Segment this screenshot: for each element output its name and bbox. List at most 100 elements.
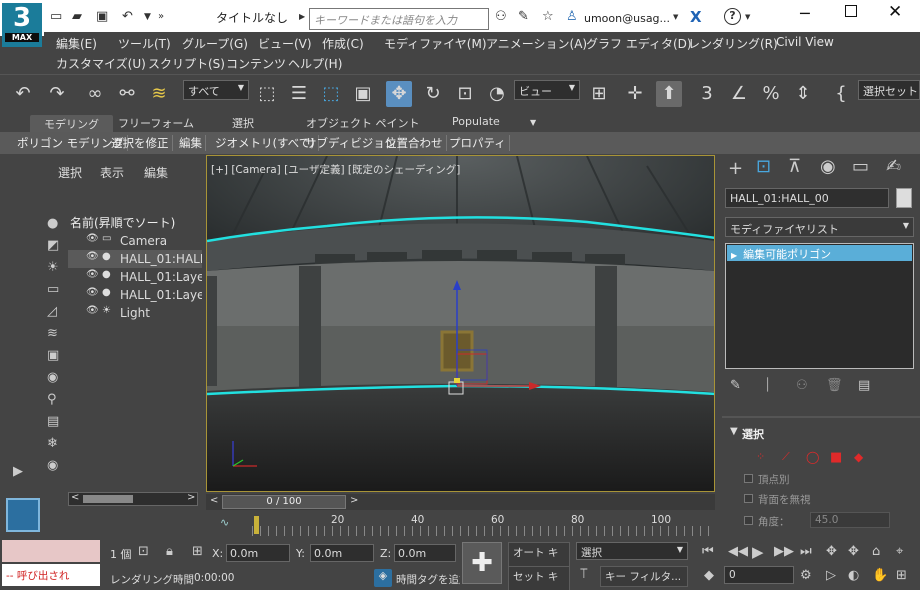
- key-filters-button[interactable]: キー フィルタ...: [600, 566, 688, 587]
- visibility-eye-icon[interactable]: 👁︎: [86, 251, 99, 262]
- create-tab-icon[interactable]: +: [728, 158, 743, 179]
- stack-item-editable-poly[interactable]: ▶ 編集可能ポリゴン: [727, 245, 912, 261]
- visibility-eye-icon[interactable]: 👁︎: [86, 233, 99, 244]
- rectangular-selection-icon[interactable]: ⬚: [318, 81, 344, 107]
- display-containers-icon[interactable]: ▤: [47, 414, 59, 429]
- time-config-icon[interactable]: ⚙: [800, 568, 812, 583]
- display-bones-icon[interactable]: ⚲: [47, 392, 57, 407]
- ribbon-options-icon[interactable]: ▼: [530, 118, 536, 127]
- orbit-icon[interactable]: ◐: [848, 568, 859, 583]
- window-crossing-icon[interactable]: ▣: [350, 81, 376, 107]
- binoculars-icon[interactable]: ⚇: [495, 9, 507, 24]
- polygon-mode-icon[interactable]: ■: [830, 450, 842, 465]
- ribbon-tab[interactable]: オブジェクト ペイント: [306, 115, 420, 131]
- utilities-tab-icon[interactable]: ✍: [886, 156, 901, 177]
- angle-spinner[interactable]: 45.0: [810, 512, 890, 528]
- vertex-mode-icon[interactable]: ⁘: [756, 450, 765, 463]
- keyboard-shortcut-override-icon[interactable]: ⬆: [656, 81, 682, 107]
- select-move-icon[interactable]: ✥: [386, 81, 412, 107]
- object-name-field[interactable]: HALL_01:HALL_00: [725, 188, 889, 208]
- menu-item[interactable]: コンテンツ: [226, 55, 286, 72]
- scene-list-item[interactable]: 👁︎ ● HALL_01:Laye: [68, 268, 202, 286]
- unlink-icon[interactable]: ⚯: [114, 81, 140, 107]
- remove-modifier-icon[interactable]: 🗑: [826, 378, 843, 393]
- visibility-eye-icon[interactable]: 👁︎: [86, 305, 99, 316]
- search-expand-icon[interactable]: ▶: [299, 12, 305, 21]
- z-coordinate-field[interactable]: 0.0m: [394, 544, 456, 562]
- scroll-thumb[interactable]: [83, 495, 133, 503]
- key-mode-icon[interactable]: ⟙: [580, 567, 588, 582]
- curve-editor-icon[interactable]: ∿: [220, 516, 229, 529]
- ribbon-tab[interactable]: モデリング: [30, 115, 113, 133]
- modifier-list-dropdown[interactable]: モディファイヤリスト ▼: [725, 217, 914, 237]
- modify-tab-icon[interactable]: ⊡: [756, 156, 771, 177]
- communication-icon[interactable]: ✎: [518, 9, 529, 24]
- next-frame-icon[interactable]: >: [350, 495, 358, 506]
- angle-snap-icon[interactable]: ∠: [726, 81, 752, 107]
- zoom-extents-icon[interactable]: ⌂: [872, 544, 880, 559]
- scroll-left-icon[interactable]: <: [71, 492, 79, 503]
- select-scale-icon[interactable]: ⊡: [452, 81, 478, 107]
- viewport-label[interactable]: [+] [Camera] [ユーザ定義] [既定のシェーディング]: [211, 162, 460, 177]
- redo-icon[interactable]: ↷: [44, 81, 70, 107]
- element-mode-icon[interactable]: ◆: [854, 450, 863, 464]
- menu-item[interactable]: グループ(G): [182, 35, 248, 52]
- menu-item[interactable]: レンダリング(R): [688, 35, 778, 52]
- menu-item[interactable]: 編集(E): [56, 35, 97, 52]
- scene-list-item[interactable]: 👁︎ ▭ Camera: [68, 232, 202, 250]
- ribbon-tab[interactable]: フリーフォーム: [118, 115, 194, 131]
- display-cameras-icon[interactable]: ▭: [47, 282, 59, 297]
- named-selection-set-input[interactable]: 選択セット: [858, 80, 920, 100]
- menu-item[interactable]: 作成(C): [322, 35, 364, 52]
- maximize-icon[interactable]: [845, 5, 857, 17]
- angle-checkbox[interactable]: [744, 516, 753, 525]
- scene-list-item[interactable]: 👁︎ ● HALL_01:Laye: [68, 286, 202, 304]
- ribbon-panel-tab[interactable]: 位置合わせ: [382, 135, 447, 151]
- viewport-layout-icon[interactable]: [6, 498, 40, 532]
- visibility-eye-icon[interactable]: 👁︎: [86, 269, 99, 280]
- expand-icon[interactable]: ▶: [13, 464, 23, 479]
- dropdown-arrow-icon[interactable]: ▼: [144, 12, 151, 22]
- zoom-all-icon[interactable]: ✥: [848, 544, 859, 559]
- select-manipulate-icon[interactable]: ✛: [622, 81, 648, 107]
- key-selection-dropdown[interactable]: 選択 ▼: [576, 542, 688, 560]
- visibility-eye-icon[interactable]: 👁︎: [86, 287, 99, 298]
- place-icon[interactable]: ◔: [484, 81, 510, 107]
- by-vertex-checkbox[interactable]: [744, 474, 753, 483]
- favorites-icon[interactable]: ☆: [542, 9, 554, 24]
- add-time-tag[interactable]: 時間タグを追加: [396, 572, 460, 587]
- scene-menu-display[interactable]: 表示: [100, 164, 124, 181]
- track-bar[interactable]: ∿ 20 40 60 80 100: [206, 512, 715, 536]
- search-input[interactable]: キーワードまたは語句を入力: [309, 8, 489, 30]
- zoom-icon[interactable]: ✥: [826, 544, 837, 559]
- display-spacewarps-icon[interactable]: ≋: [47, 326, 58, 341]
- scene-menu-edit[interactable]: 編集: [144, 164, 168, 181]
- overflow-icon[interactable]: »: [158, 11, 164, 22]
- help-dropdown-icon[interactable]: ▼: [745, 13, 750, 21]
- key-mode-toggle-icon[interactable]: ◆: [704, 568, 714, 583]
- bind-spacewarp-icon[interactable]: ≋: [146, 81, 172, 107]
- menu-item[interactable]: モディファイヤ(M): [384, 35, 487, 52]
- display-frozen-icon[interactable]: ❄: [47, 436, 58, 451]
- save-icon[interactable]: ▣: [96, 9, 108, 24]
- spinner-snap-icon[interactable]: ⇕: [790, 81, 816, 107]
- ignore-backfacing-checkbox[interactable]: [744, 494, 753, 503]
- pin-stack-icon[interactable]: ✎: [730, 378, 741, 393]
- display-groups-icon[interactable]: ▣: [47, 348, 59, 363]
- rollout-collapse-icon[interactable]: ▼: [730, 426, 738, 437]
- object-color-swatch[interactable]: [896, 188, 912, 208]
- ribbon-panel-tab[interactable]: 編集: [176, 135, 206, 151]
- scene-menu-select[interactable]: 選択: [58, 164, 82, 181]
- display-shapes-icon[interactable]: ◩: [47, 238, 59, 253]
- scene-horizontal-scrollbar[interactable]: < >: [68, 492, 198, 506]
- display-xrefs-icon[interactable]: ◉: [47, 370, 58, 385]
- menu-item[interactable]: カスタマイズ(U): [56, 55, 146, 72]
- menu-item[interactable]: アニメーション(A): [486, 35, 587, 52]
- menu-item[interactable]: グラフ エディタ(D): [586, 35, 692, 52]
- select-rotate-icon[interactable]: ↻: [420, 81, 446, 107]
- time-slider-thumb[interactable]: 0 / 100: [222, 495, 346, 509]
- prev-frame-icon[interactable]: <: [210, 495, 218, 506]
- viewport-render[interactable]: [207, 156, 715, 492]
- go-to-start-icon[interactable]: ⏮: [702, 544, 714, 559]
- isolate-selection-icon[interactable]: ⊡: [138, 544, 149, 559]
